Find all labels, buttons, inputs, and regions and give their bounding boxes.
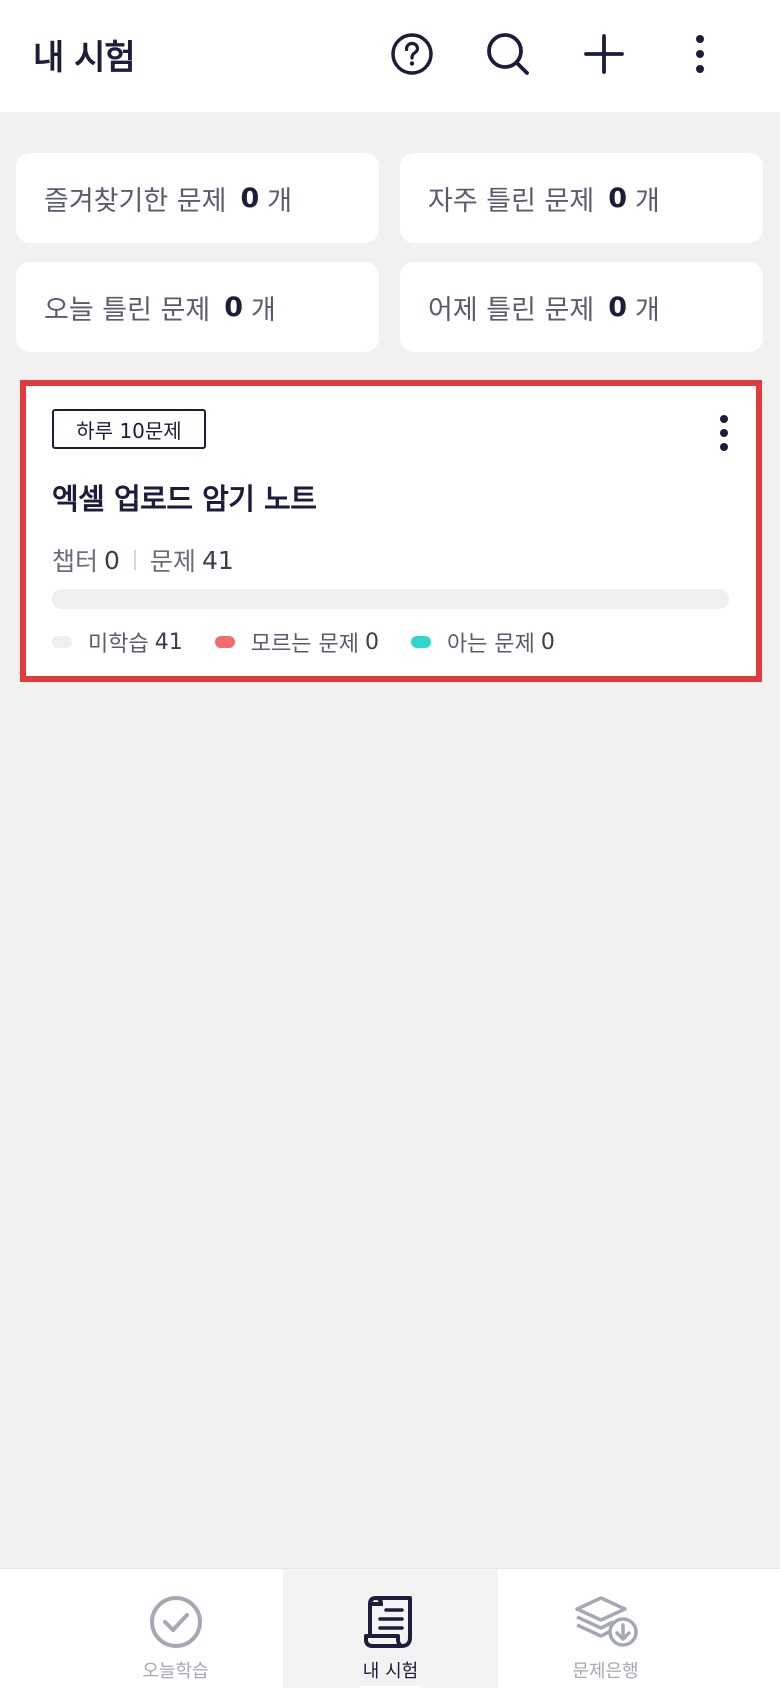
legend-item-known: 아는 문제 0 <box>410 626 555 658</box>
stat-card-wrong-yesterday[interactable]: 어제 틀린 문제 0 개 <box>400 262 763 352</box>
meta-divider <box>133 550 136 570</box>
check-circle-icon <box>149 1596 202 1648</box>
exam-card-more-button[interactable] <box>709 412 739 454</box>
progress-legend: 미학습 41 모르는 문제 0 아는 문제 0 <box>52 626 587 658</box>
legend-item-unstudied: 미학습 41 <box>52 626 183 658</box>
stat-card-frequently-wrong[interactable]: 자주 틀린 문제 0 개 <box>400 153 763 243</box>
stat-count: 0 <box>608 182 628 214</box>
stat-card-favorites[interactable]: 즐겨찾기한 문제 0 개 <box>16 153 379 243</box>
stat-unit: 개 <box>635 185 660 217</box>
nav-label: 문제은행 <box>572 1661 639 1682</box>
nav-label: 내 시험 <box>362 1661 419 1682</box>
bottom-nav: 오늘학습 내 시험 문제은행 <box>0 1568 780 1688</box>
help-icon <box>391 33 433 75</box>
stat-unit: 개 <box>251 294 276 326</box>
question-label: 문제 <box>149 547 196 576</box>
legend-dot <box>52 636 72 648</box>
nav-icon-wrap <box>573 1593 639 1651</box>
legend-label: 모르는 문제 <box>250 632 359 657</box>
stat-count: 0 <box>608 291 628 323</box>
chapter-label: 챕터 <box>52 547 99 576</box>
legend-label: 미학습 <box>88 632 149 657</box>
stat-unit: 개 <box>635 294 660 326</box>
legend-value: 0 <box>364 629 379 655</box>
nav-icon-wrap <box>148 1593 204 1651</box>
stat-count: 0 <box>224 291 244 323</box>
nav-label: 오늘학습 <box>142 1661 209 1682</box>
more-options-button[interactable] <box>674 28 726 80</box>
search-icon <box>487 33 529 75</box>
legend-item-unknown: 모르는 문제 0 <box>214 626 379 658</box>
legend-value: 0 <box>540 629 555 655</box>
more-vertical-icon <box>720 415 728 451</box>
stat-label: 자주 틀린 문제 <box>428 185 595 217</box>
app-header: 내 시험 <box>0 0 780 112</box>
layers-download-icon <box>574 1596 638 1647</box>
progress-bar <box>52 589 729 609</box>
exam-title: 엑셀 업로드 암기 노트 <box>52 482 317 516</box>
stat-label: 어제 틀린 문제 <box>428 294 595 326</box>
stat-card-wrong-today[interactable]: 오늘 틀린 문제 0 개 <box>16 262 379 352</box>
page-title: 내 시험 <box>33 38 136 78</box>
help-button[interactable] <box>386 28 438 80</box>
exam-card[interactable]: 하루 10문제 엑셀 업로드 암기 노트 챕터 0 문제 41 미학습 41 모… <box>20 380 762 682</box>
scroll-document-icon <box>363 1596 412 1648</box>
stat-label: 오늘 틀린 문제 <box>44 294 211 326</box>
stat-label: 즐겨찾기한 문제 <box>44 185 227 217</box>
nav-icon-wrap <box>363 1593 418 1651</box>
more-vertical-icon <box>696 35 704 73</box>
question-count: 41 <box>201 545 234 575</box>
legend-dot <box>410 636 431 648</box>
nav-tab-today-study[interactable]: 오늘학습 <box>68 1569 283 1688</box>
legend-value: 41 <box>154 629 183 655</box>
stat-count: 0 <box>240 182 260 214</box>
nav-tab-my-exams[interactable]: 내 시험 <box>283 1569 498 1688</box>
nav-tab-question-bank[interactable]: 문제은행 <box>498 1569 713 1688</box>
search-button[interactable] <box>482 28 534 80</box>
add-icon <box>584 34 624 74</box>
add-button[interactable] <box>578 28 630 80</box>
chapter-count: 0 <box>104 545 120 575</box>
exam-meta: 챕터 0 문제 41 <box>52 542 234 578</box>
stat-unit: 개 <box>267 185 293 217</box>
legend-label: 아는 문제 <box>446 632 535 657</box>
daily-goal-badge: 하루 10문제 <box>52 409 206 449</box>
legend-dot <box>214 636 235 648</box>
